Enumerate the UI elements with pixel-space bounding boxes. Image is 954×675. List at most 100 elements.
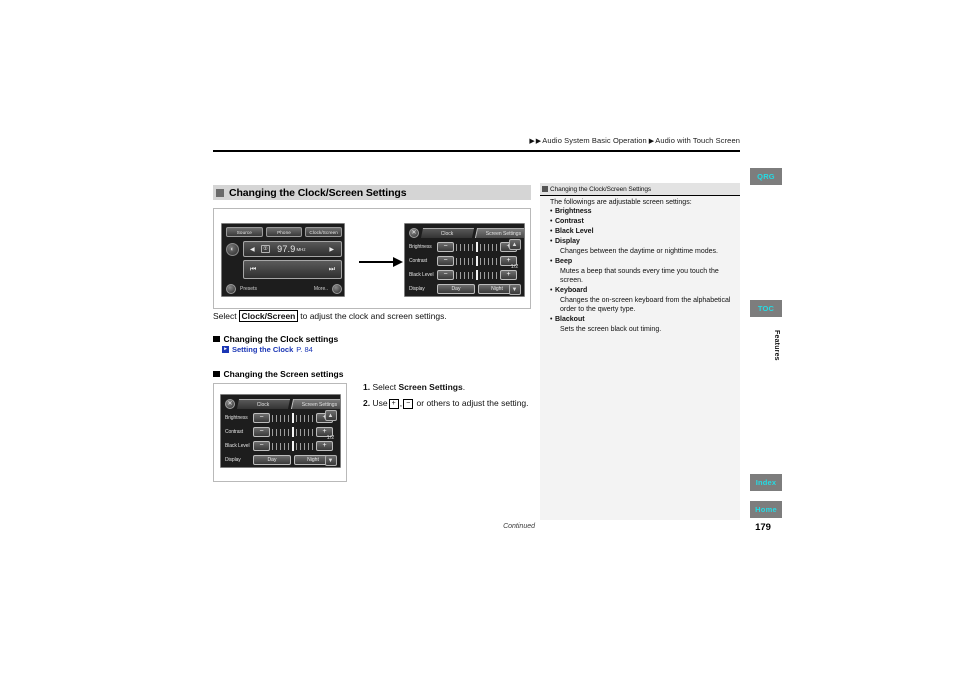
contrast-label: Contrast xyxy=(409,257,428,264)
brightness-slider[interactable] xyxy=(456,241,498,252)
radio-more-label[interactable]: More.. xyxy=(314,286,328,292)
section-title-text: Changing the Clock/Screen Settings xyxy=(229,186,407,199)
manual-page: ▶▶Audio System Basic Operation ▶Audio wit… xyxy=(0,0,954,675)
step-1-bold: Screen Settings xyxy=(398,382,463,392)
setting-term: Black Level xyxy=(555,228,594,235)
close-icon[interactable]: ✕ xyxy=(409,227,419,238)
step-1-number: 1. xyxy=(363,382,371,392)
reference-page: P. 84 xyxy=(296,345,313,354)
radio-presets-label[interactable]: Presets xyxy=(240,286,257,292)
screen-settings-illustration: ✕ Clock Screen Settings Brightness − + C… xyxy=(404,223,525,297)
setting-term: Brightness xyxy=(555,208,592,215)
step-1-prefix: Select xyxy=(372,382,397,392)
setting-description: Changes between the daytime or nighttime… xyxy=(560,248,718,255)
tab-clock[interactable]: Clock xyxy=(420,227,475,238)
radio-track-bar: ⏮ ⏭ xyxy=(243,260,342,279)
nav-tab-home[interactable]: Home xyxy=(750,501,782,518)
brightness-minus-button-2[interactable]: − xyxy=(253,412,270,423)
contrast-slider[interactable] xyxy=(456,255,498,266)
side-note-intro: The followings are adjustable screen set… xyxy=(550,199,692,206)
display-day-button-2[interactable]: Day xyxy=(253,454,291,465)
tab-screen-settings[interactable]: Screen Settings xyxy=(474,227,524,238)
brightness-minus-button[interactable]: − xyxy=(437,241,454,252)
setting-term: Blackout xyxy=(555,315,585,323)
settings-tab-bar: ✕ Clock Screen Settings xyxy=(409,227,524,238)
cross-reference-link[interactable]: ▸ Setting the Clock P. 84 xyxy=(222,345,313,354)
page-number: 179 xyxy=(755,522,771,533)
black-level-minus-button[interactable]: − xyxy=(437,269,454,280)
list-item: • Keyboard Changes the on-screen keyboard… xyxy=(550,286,735,315)
scroll-up-icon[interactable]: ▲ xyxy=(508,239,521,250)
contrast-minus-button-2[interactable]: − xyxy=(253,426,270,437)
breadcrumb-marker-icon-3: ▶ xyxy=(648,138,655,145)
subheading-changing-screen-settings: Changing the Screen settings xyxy=(213,369,343,379)
figure-clock-screen-flow: Source Phone Clock/Screen ◐ ◀ ① 97.9 MHz… xyxy=(213,208,531,309)
setting-description: Mutes a beep that sounds every time you … xyxy=(560,267,719,285)
continued-label: Continued xyxy=(503,523,535,530)
step-2-plus-key: + xyxy=(388,399,399,409)
display-label-2: Display xyxy=(225,456,241,463)
adjustable-settings-list: • Brightness • Contrast • Black Level • Disp… xyxy=(550,207,735,334)
note-marker-icon xyxy=(542,186,548,192)
setting-term: Display xyxy=(555,238,580,245)
setting-row-black-level-2: Black Level − + xyxy=(225,440,333,451)
previous-track-icon[interactable]: ⏮ xyxy=(250,266,256,274)
subheading-changing-clock-settings: Changing the Clock settings xyxy=(213,334,338,344)
setting-row-brightness: Brightness − + xyxy=(409,241,517,252)
display-day-button[interactable]: Day xyxy=(437,283,475,294)
close-icon-2[interactable]: ✕ xyxy=(225,398,235,409)
black-level-minus-button-2[interactable]: − xyxy=(253,440,270,451)
display-label: Display xyxy=(409,285,425,292)
breadcrumb-item-2: Audio with Touch Screen xyxy=(655,136,740,145)
more-knob-icon[interactable] xyxy=(332,284,342,294)
scroll-down-icon[interactable]: ▼ xyxy=(508,284,521,295)
black-level-label-2: Black Level xyxy=(225,442,250,449)
setting-term: Beep xyxy=(555,257,573,265)
breadcrumb-item-1: Audio System Basic Operation xyxy=(542,136,647,145)
reference-label: Setting the Clock xyxy=(232,345,294,354)
intro-suffix: to adjust the clock and screen settings. xyxy=(300,311,447,321)
list-item: • Black Level xyxy=(550,227,735,237)
figure-screen-settings: ✕ Clock Screen Settings Brightness − + C… xyxy=(213,383,347,482)
radio-source-button[interactable]: Source xyxy=(226,227,263,237)
step-1: 1. Select Screen Settings. xyxy=(363,382,465,392)
preset-knob-icon[interactable] xyxy=(226,284,236,294)
seek-left-icon[interactable]: ◀ xyxy=(250,246,255,253)
settings-pager-2: 1/2 xyxy=(326,435,335,441)
contrast-slider-2[interactable] xyxy=(272,426,314,437)
contrast-minus-button[interactable]: − xyxy=(437,255,454,266)
subheading-clock-label: Changing the Clock settings xyxy=(223,334,339,344)
brightness-label-2: Brightness xyxy=(225,414,248,421)
black-level-slider[interactable] xyxy=(456,269,498,280)
subheading-bullet-icon-2 xyxy=(213,370,220,378)
radio-screen-illustration: Source Phone Clock/Screen ◐ ◀ ① 97.9 MHz… xyxy=(221,223,345,297)
antenna-icon: ◐ xyxy=(226,243,239,256)
tab-clock-2[interactable]: Clock xyxy=(236,398,291,409)
side-note-panel: Changing the Clock/Screen Settings The f… xyxy=(540,183,740,520)
radio-phone-button[interactable]: Phone xyxy=(265,227,303,237)
tab-clock-label-2: Clock xyxy=(257,401,270,407)
scroll-up-icon-2[interactable]: ▲ xyxy=(324,410,337,421)
nav-tab-index[interactable]: Index xyxy=(750,474,782,491)
tab-screen-settings-2[interactable]: Screen Settings xyxy=(290,398,340,409)
nav-tab-toc[interactable]: TOC xyxy=(750,300,782,317)
next-track-icon[interactable]: ⏭ xyxy=(329,266,335,274)
black-level-slider-2[interactable] xyxy=(272,440,314,451)
nav-tab-qrg[interactable]: QRG xyxy=(750,168,782,185)
list-item: • Blackout Sets the screen black out timi… xyxy=(550,315,735,335)
setting-row-contrast-2: Contrast − + xyxy=(225,426,333,437)
setting-description: Changes the on-screen keyboard from the … xyxy=(560,296,731,314)
settings-pager: 1/2 xyxy=(510,264,519,270)
black-level-label: Black Level xyxy=(409,271,434,278)
radio-clock-screen-button[interactable]: Clock/Screen xyxy=(305,227,343,237)
setting-row-display: Display Day Night xyxy=(409,283,516,294)
breadcrumb: ▶▶Audio System Basic Operation ▶Audio wit… xyxy=(400,136,740,145)
brightness-slider-2[interactable] xyxy=(272,412,314,423)
intro-paragraph: Select Clock/Screen to adjust the clock … xyxy=(213,310,447,322)
setting-row-black-level: Black Level − + xyxy=(409,269,517,280)
tab-screen-settings-label: Screen Settings xyxy=(485,230,522,236)
settings-scroll-column: ▲ 1/2 ▼ xyxy=(508,239,521,295)
scroll-down-icon-2[interactable]: ▼ xyxy=(324,455,337,466)
seek-right-icon[interactable]: ▶ xyxy=(329,246,334,253)
tab-clock-label: Clock xyxy=(441,230,454,236)
